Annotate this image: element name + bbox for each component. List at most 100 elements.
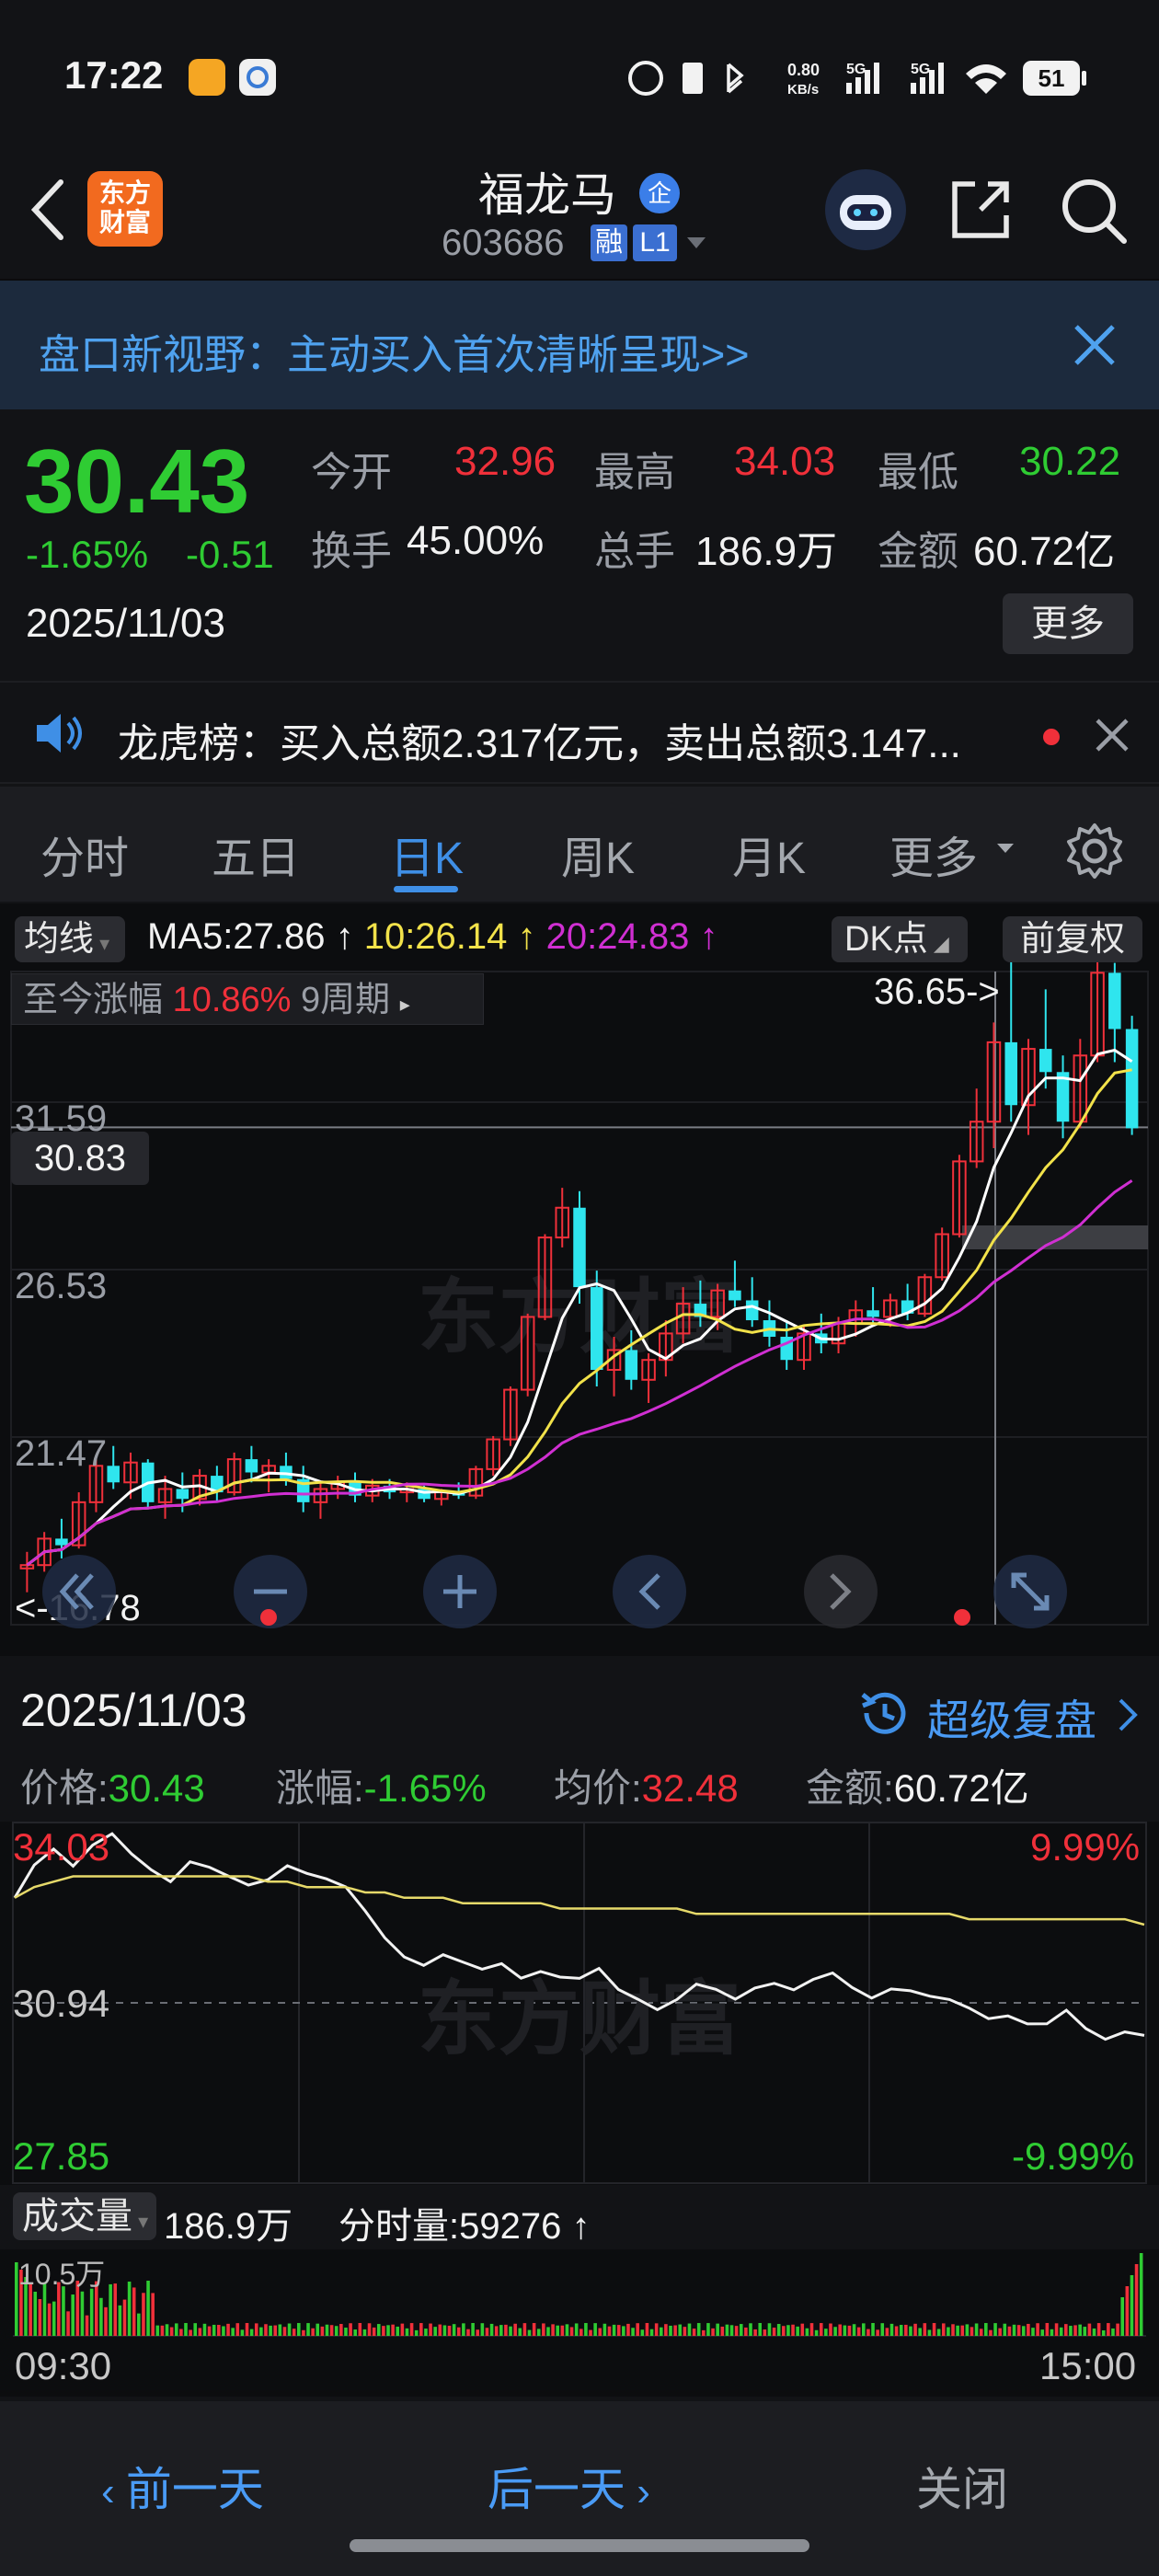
battery-level: 51 — [1039, 64, 1065, 92]
dragon-tiger-news[interactable]: 龙虎榜：买入总额2.317亿元，卖出总额3.147... — [0, 681, 1159, 784]
back-icon[interactable] — [26, 177, 68, 243]
volume-bar — [382, 2326, 385, 2336]
day-avg: 均价:32.48 — [554, 1766, 739, 1810]
volume-bar — [222, 2326, 225, 2336]
volume-bar — [367, 2323, 372, 2336]
volume-bar — [796, 2326, 799, 2336]
robot-assistant-icon[interactable] — [823, 167, 908, 252]
volume-bar — [1101, 2329, 1106, 2336]
active-tab-indicator — [394, 886, 458, 892]
k-candle — [986, 1022, 1002, 1148]
volume-bar — [593, 2323, 597, 2336]
volume-selector[interactable]: 成交量 ▾ — [13, 2192, 156, 2240]
tab-weekly-k[interactable]: 周K — [515, 822, 681, 886]
ma-selector[interactable]: 均线 ▾ — [15, 916, 125, 962]
adjust-button[interactable]: 前复权 — [1003, 916, 1142, 962]
search-icon[interactable] — [1058, 175, 1131, 248]
volume-bar — [706, 2323, 710, 2336]
volume-bar — [329, 2325, 334, 2336]
volume-bar — [805, 2328, 809, 2336]
volume-bar — [725, 2324, 729, 2336]
volume-bar — [546, 2327, 550, 2336]
daily-k-chart[interactable]: 东方财富 均线 ▾ MA5:27.86 ↑ 10:26.14 ↑ 20:24.8… — [0, 903, 1159, 1658]
volume-bar — [522, 2323, 527, 2336]
volume-bar — [99, 2297, 103, 2336]
volume-bar — [616, 2325, 621, 2336]
volume-bar — [1096, 2323, 1101, 2336]
close-icon[interactable] — [1073, 323, 1117, 367]
tab-intraday[interactable]: 分时 — [2, 822, 167, 886]
volume-bar — [744, 2327, 748, 2336]
volume-bar — [80, 2291, 85, 2336]
volume-bar — [466, 2329, 470, 2336]
gear-icon[interactable] — [1065, 822, 1124, 880]
bluetooth-icon — [727, 63, 744, 94]
chevron-right-icon[interactable] — [1117, 1696, 1139, 1733]
intraday-canvas[interactable]: 东方财富 — [0, 1822, 1159, 2185]
volume-bar — [1125, 2286, 1130, 2336]
volume-bar — [518, 2328, 522, 2336]
volume-bar — [1016, 2325, 1021, 2336]
tab-five-day[interactable]: 五日 — [173, 822, 339, 886]
k-candle — [1039, 989, 1052, 1089]
range-gain-box[interactable]: 至今涨幅 10.86% 9周期 ▸ — [11, 973, 484, 1025]
stock-code: 603686 — [442, 223, 565, 263]
volume-bar — [800, 2323, 805, 2336]
promo-banner[interactable]: 盘口新视野：主动买入首次清晰呈现>> — [0, 281, 1159, 409]
volume-bar — [1130, 2275, 1134, 2336]
tab-daily-k[interactable]: 日K — [344, 822, 510, 886]
intraday-top-price: 34.03 — [13, 1825, 110, 1869]
volume-bar — [344, 2328, 348, 2336]
intraday-top-pct: 9.99% — [1030, 1825, 1141, 1869]
volume-bar — [66, 2311, 70, 2336]
share-icon[interactable] — [947, 175, 1016, 243]
turnover-label: 换手 — [311, 529, 392, 574]
tab-more[interactable]: 更多 — [865, 822, 1003, 886]
volume-bar — [1040, 2329, 1045, 2336]
volume-bar — [174, 2323, 178, 2336]
tab-monthly-k[interactable]: 月K — [686, 822, 852, 886]
volume-bar — [433, 2327, 437, 2336]
close-icon[interactable] — [1095, 718, 1130, 753]
replay-history-icon[interactable] — [855, 1685, 911, 1741]
banner-text[interactable]: 盘口新视野：主动买入首次清晰呈现>> — [39, 321, 750, 381]
volume-bar — [941, 2323, 946, 2336]
volume-bar — [947, 2327, 950, 2336]
volume-bar — [876, 2329, 879, 2336]
volume-bar — [936, 2329, 941, 2336]
dropdown-icon[interactable] — [685, 236, 707, 250]
volume-bar — [151, 2293, 155, 2336]
volume-bar — [169, 2327, 174, 2336]
news-text[interactable]: 龙虎榜：买入总额2.317亿元，卖出总额3.147... — [118, 710, 1001, 769]
volume-bar — [499, 2325, 503, 2336]
volume-bar — [513, 2323, 517, 2336]
volume-bar — [974, 2323, 979, 2336]
close-button[interactable]: 关闭 — [916, 2453, 1008, 2519]
dk-point-button[interactable]: DK点 ◢ — [832, 916, 968, 962]
volume-bar — [302, 2329, 305, 2336]
volume-bar — [720, 2326, 725, 2336]
intraday-chart[interactable]: 东方财富 34.03 9.99% 30.94 27.85 -9.99% — [0, 1822, 1159, 2185]
y-label-top: 31.59 — [15, 1098, 108, 1139]
super-replay-link[interactable]: 超级复盘 — [927, 1687, 1096, 1748]
volume-bar — [866, 2329, 870, 2336]
more-button[interactable]: 更多 — [1003, 593, 1133, 654]
next-day-button[interactable]: 后一天 › — [488, 2453, 650, 2519]
volume-bar — [494, 2326, 499, 2336]
home-indicator[interactable] — [350, 2539, 809, 2552]
volume-bar — [998, 2328, 1002, 2336]
ma20-value: 20:24.83 — [545, 916, 690, 957]
volume-bar — [918, 2328, 922, 2336]
intraday-mid-price: 30.94 — [13, 1982, 110, 2025]
volume-bar — [1050, 2329, 1054, 2336]
volume-bar — [909, 2326, 912, 2336]
prev-day-button[interactable]: ‹ 前一天 — [101, 2453, 264, 2519]
volume-bar — [202, 2323, 207, 2336]
volume-bar — [254, 2323, 258, 2336]
volume-bar — [1092, 2328, 1096, 2336]
volume-bar — [767, 2323, 772, 2336]
volume-bar — [1064, 2324, 1068, 2336]
volume-bar — [636, 2323, 639, 2336]
volume-bar — [113, 2283, 118, 2336]
app-logo[interactable]: 东方 财富 — [87, 171, 163, 247]
